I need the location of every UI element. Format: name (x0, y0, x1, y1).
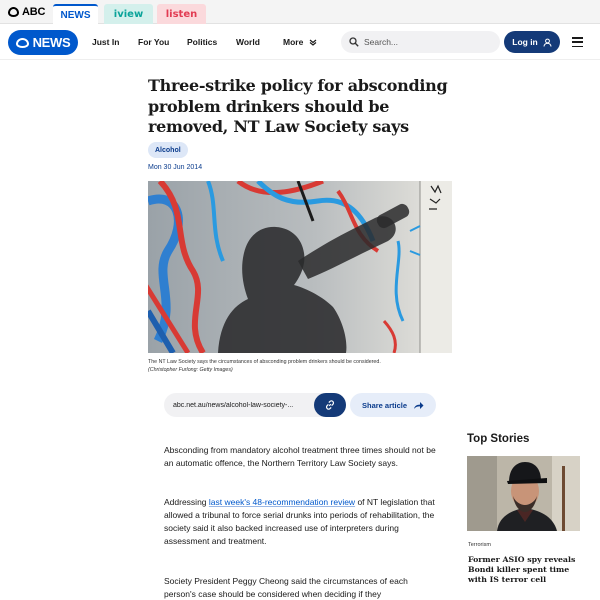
tab-listen[interactable]: listen (157, 4, 206, 24)
abc-news-logo-text: NEWS (32, 35, 71, 50)
user-icon (543, 38, 552, 47)
site-header: NEWS Just In For You Politics World More… (0, 24, 600, 60)
article-photo (148, 181, 452, 353)
top-story-headline[interactable]: Former ASIO spy reveals Bondi killer spe… (468, 555, 582, 584)
nav-more-label: More (283, 37, 304, 47)
caption-credit: (Christopher Furlong: Getty Images) (148, 367, 233, 373)
search-icon (349, 37, 359, 47)
tab-iview[interactable]: iview (104, 4, 153, 24)
hamburger-menu-icon[interactable] (572, 37, 583, 47)
share-url-text: abc.net.au/news/alcohol-law-society-... (173, 401, 294, 409)
topic-tag[interactable]: Alcohol (148, 142, 188, 158)
top-story-category: Terrorism (468, 542, 491, 548)
nav-politics[interactable]: Politics (187, 37, 217, 47)
search-input[interactable] (364, 37, 484, 47)
article-paragraph-1: Absconding from mandatory alcohol treatm… (164, 445, 436, 469)
caption-text: The NT Law Society says the circumstance… (148, 359, 381, 365)
abc-news-logo-icon (15, 37, 29, 48)
network-bar: ABC NEWS iview listen (0, 0, 600, 24)
chevron-down-icon (309, 39, 317, 47)
abc-logo-text: ABC (22, 6, 46, 18)
review-link[interactable]: last week's 48-recommendation review (209, 497, 355, 507)
tab-news[interactable]: NEWS (53, 4, 98, 24)
share-arrow-icon (414, 401, 424, 409)
link-icon (325, 400, 335, 410)
graffiti-wall-image (148, 181, 452, 353)
article-paragraph-3: Society President Peggy Cheong said the … (164, 576, 408, 600)
article-headline: Three-strike policy for absconding probl… (148, 76, 448, 136)
article-date: Mon 30 Jun 2014 (148, 164, 203, 171)
login-button[interactable]: Log in (504, 31, 560, 53)
share-article-button[interactable]: Share article (350, 393, 436, 417)
abc-logo[interactable]: ABC (8, 6, 45, 18)
abc-news-logo[interactable]: NEWS (8, 30, 78, 55)
login-label: Log in (512, 37, 538, 47)
photo-caption: The NT Law Society says the circumstance… (148, 358, 452, 374)
nav-for-you[interactable]: For You (138, 37, 169, 47)
top-story-image[interactable] (467, 456, 580, 531)
nav-just-in[interactable]: Just In (92, 37, 119, 47)
abc-logo-icon (8, 7, 19, 17)
nav-more[interactable]: More (283, 37, 317, 47)
nav-world[interactable]: World (236, 37, 260, 47)
share-article-label: Share article (361, 400, 408, 410)
copy-link-button[interactable] (314, 393, 346, 417)
man-portrait-image (467, 456, 580, 531)
search-box[interactable] (341, 31, 500, 53)
article-paragraph-2: Addressing last week's 48-recommendation… (164, 496, 442, 548)
paragraph-2-start: Addressing (164, 497, 209, 507)
top-stories-heading: Top Stories (467, 433, 530, 445)
